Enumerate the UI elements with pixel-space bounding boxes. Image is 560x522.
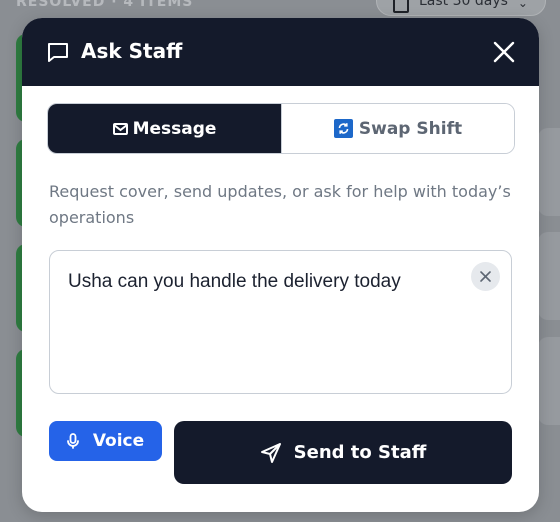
calendar-icon: [393, 0, 409, 13]
ask-staff-dialog: Ask Staff Message Swap Shift Request cov…: [22, 18, 539, 512]
tab-swap-shift[interactable]: Swap Shift: [281, 104, 514, 153]
tab-message-label: Message: [132, 118, 217, 139]
mode-tabs: Message Swap Shift: [47, 103, 515, 154]
chat-bubble-icon: [48, 43, 68, 62]
message-text[interactable]: Usha can you handle the delivery today: [68, 267, 448, 297]
voice-button-label: Voice: [92, 431, 145, 451]
chevron-down-icon: ⌄: [517, 0, 528, 10]
mail-icon: [112, 122, 128, 135]
send-to-staff-button[interactable]: Send to Staff: [174, 421, 512, 484]
swap-icon: [333, 119, 353, 138]
send-button-label: Send to Staff: [293, 442, 427, 463]
message-textarea[interactable]: Usha can you handle the delivery today: [49, 250, 512, 394]
dialog-description: Request cover, send updates, or ask for …: [49, 182, 511, 227]
resolved-section-label: RESOLVED · 4 ITEMS: [16, 0, 194, 10]
background-card-right: [538, 232, 560, 320]
dialog-header: Ask Staff: [22, 18, 539, 86]
background-card-right: [538, 128, 560, 216]
dialog-title: Ask Staff: [81, 39, 183, 63]
close-icon: [480, 271, 491, 282]
date-range-filter[interactable]: Last 30 days ⌄: [376, 0, 546, 16]
microphone-icon: [66, 433, 79, 449]
date-range-label: Last 30 days: [419, 0, 508, 9]
background-card-right: [538, 337, 560, 425]
tab-swap-shift-label: Swap Shift: [358, 118, 463, 139]
close-icon[interactable]: [490, 38, 518, 66]
background-page-header: RESOLVED · 4 ITEMS Last 30 days ⌄: [0, 0, 560, 20]
tab-message[interactable]: Message: [48, 104, 281, 153]
send-icon: [260, 442, 281, 463]
clear-message-button[interactable]: [471, 262, 500, 291]
voice-button[interactable]: Voice: [49, 421, 162, 461]
